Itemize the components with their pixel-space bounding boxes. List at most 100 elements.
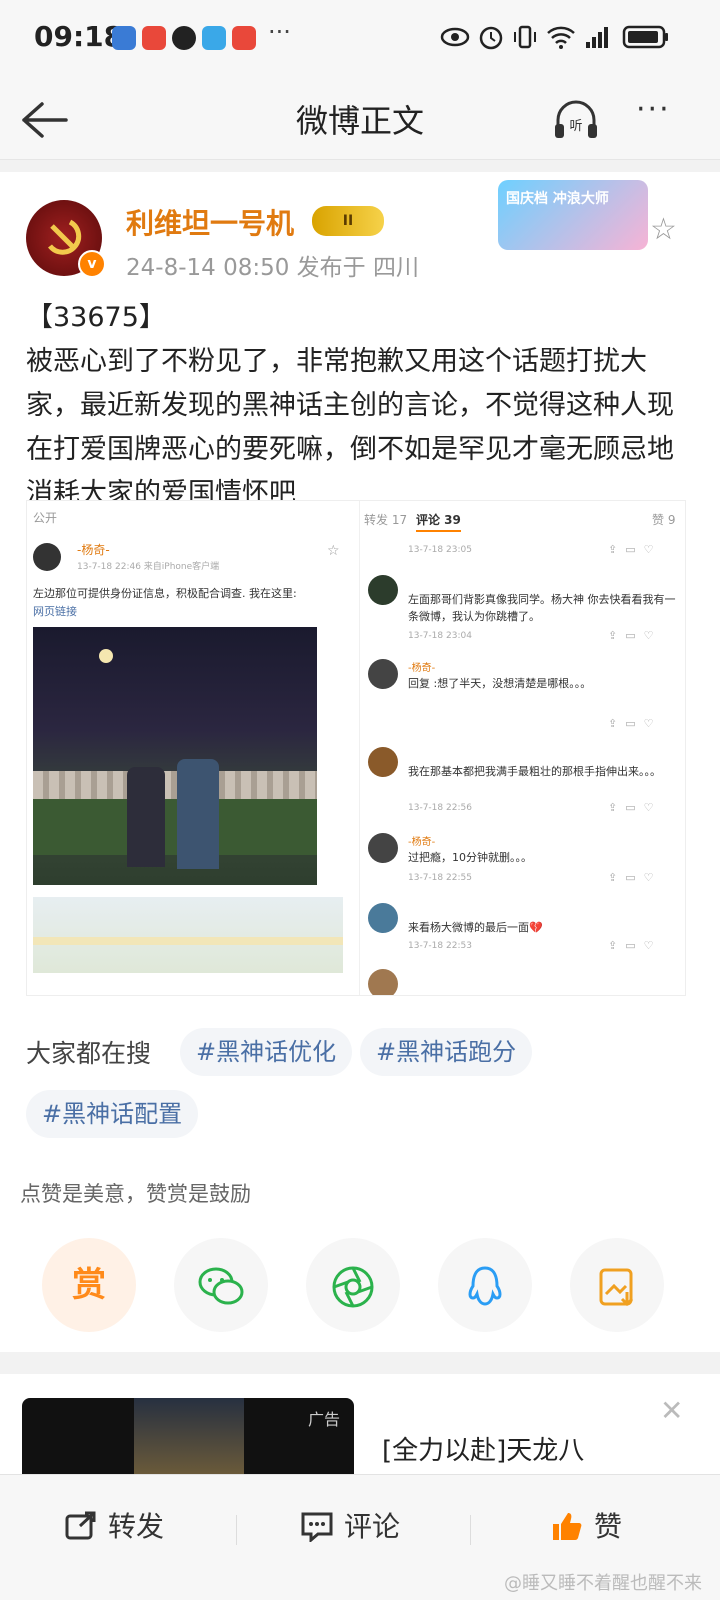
- listen-headphones-icon[interactable]: 听: [552, 98, 600, 142]
- save-image-button[interactable]: [570, 1238, 664, 1332]
- verified-badge: v: [78, 250, 106, 278]
- hot-search-tag[interactable]: #黑神话跑分: [360, 1028, 533, 1076]
- tab-repost: 转发 17: [364, 513, 408, 527]
- qq-notification-icon: [172, 26, 196, 50]
- comment-label: 评论: [344, 1510, 401, 1543]
- comment-button[interactable]: 评论: [300, 1505, 400, 1545]
- embedded-photo: [33, 627, 317, 885]
- embedded-comments: 转发 17 评论 39 赞 9 13-7-18 23:05 ⇪▭♡ 左面那哥们背…: [359, 501, 685, 995]
- post-image[interactable]: 公开 -杨奇- 13-7-18 22:46 来自iPhone客户端 ☆ 左边那位…: [26, 500, 686, 996]
- reward-button[interactable]: 赏: [42, 1238, 136, 1332]
- status-time: 09:18: [34, 20, 124, 53]
- embedded-username: -杨奇-: [77, 543, 110, 557]
- post-text: 被恶心到了不粉见了，非常抱歉又用这个话题打扰大家，最近新发现的黑神话主创的言论，…: [26, 346, 674, 509]
- embedded-date: 13-7-18 22:46 来自iPhone客户端: [77, 562, 220, 572]
- hot-search-tag[interactable]: #黑神话优化: [180, 1028, 353, 1076]
- moments-aperture-icon: [332, 1266, 374, 1307]
- reward-note: 点赞是美意，赞赏是鼓励: [20, 1182, 251, 1206]
- repost-icon: [65, 1511, 96, 1540]
- repost-button[interactable]: 转发: [64, 1505, 164, 1545]
- comment-name: -杨奇-: [408, 837, 436, 848]
- thumbs-up-icon: [553, 1513, 582, 1540]
- save-image-icon: [599, 1268, 634, 1306]
- embedded-map: [33, 897, 343, 973]
- comment-name: -杨奇-: [408, 663, 436, 674]
- svg-text:听: 听: [569, 119, 582, 134]
- post-meta: 24-8-14 08:50 发布于 四川: [126, 255, 419, 281]
- comment-text: 回复 :想了半天，没想清楚是哪根。。。: [408, 677, 592, 690]
- comment-avatar: [368, 833, 398, 863]
- author-avatar[interactable]: v: [26, 200, 106, 278]
- ad-image[interactable]: 广告: [22, 1398, 354, 1474]
- app-notification-icon: [112, 26, 136, 50]
- eye-icon: [440, 27, 470, 47]
- comment-date: 13-7-18 22:53: [408, 941, 472, 951]
- comment-avatar: [368, 903, 398, 933]
- embedded-star-icon: ☆: [327, 543, 340, 559]
- comment-actions: ⇪▭♡: [608, 871, 662, 884]
- divider: [470, 1515, 471, 1545]
- comment-date: 13-7-18 22:56: [408, 803, 472, 813]
- comment-date: 13-7-18 23:04: [408, 631, 472, 641]
- comment-actions: ⇪▭♡: [608, 939, 662, 952]
- comment-actions: ⇪▭♡: [608, 629, 662, 642]
- author-username[interactable]: 利维坦一号机: [126, 202, 294, 242]
- embedded-link: 网页链接: [33, 605, 77, 618]
- weibo-notification-icon: [142, 26, 166, 50]
- hedge: [33, 799, 317, 855]
- comment-avatar: [368, 575, 398, 605]
- signal-4g-icon: [586, 27, 608, 48]
- hot-search-label: 大家都在搜: [26, 1039, 152, 1068]
- battery-icon: [622, 25, 668, 49]
- comment-text: 过把瘾，10分钟就删。。。: [408, 851, 532, 864]
- share-qq-button[interactable]: [438, 1238, 532, 1332]
- comment-text: 我在那基本都把我满手最粗壮的那根手指伸出来。。。: [408, 765, 661, 778]
- comment-avatar: [368, 659, 398, 689]
- comment-avatar: [368, 969, 398, 995]
- embedded-avatar: [33, 543, 61, 571]
- like-label: 赞: [594, 1510, 623, 1543]
- vibrate-icon: [514, 25, 536, 49]
- comment-date: 13-7-18 22:55: [408, 873, 472, 883]
- lamp-light: [99, 649, 113, 663]
- qq-icon: [468, 1265, 502, 1306]
- more-notifications-icon: ···: [268, 18, 291, 46]
- comment-text: 左面那哥们背影真像我同学。杨大神 你去快看看我有一条微博，我认为你跳槽了。: [408, 593, 676, 623]
- festival-badge[interactable]: 国庆档 冲浪大师: [498, 180, 648, 250]
- comment-actions: ⇪▭♡: [608, 801, 662, 814]
- share-moments-button[interactable]: [306, 1238, 400, 1332]
- wechat-icon: [198, 1267, 244, 1304]
- post-body: 【33675】 被恶心到了不粉见了，非常抱歉又用这个话题打扰大家，最近新发现的黑…: [26, 296, 696, 516]
- divider: [236, 1515, 237, 1545]
- comment-actions: ⇪▭♡: [608, 543, 662, 556]
- ad-scene: [134, 1398, 244, 1474]
- hot-search-tag[interactable]: #黑神话配置: [26, 1090, 199, 1138]
- person-right: [177, 759, 219, 869]
- embedded-text: 左边那位可提供身份证信息，积极配合调查. 我在这里:: [33, 587, 297, 600]
- comment-actions: ⇪▭♡: [608, 717, 662, 730]
- embedded-post: 公开 -杨奇- 13-7-18 22:46 来自iPhone客户端 ☆ 左边那位…: [27, 501, 357, 995]
- page-title: 微博正文: [295, 102, 424, 140]
- like-button[interactable]: 赞: [550, 1505, 622, 1545]
- share-wechat-button[interactable]: [174, 1238, 268, 1332]
- weibo-notification-icon: [232, 26, 256, 50]
- comment-avatar: [368, 747, 398, 777]
- bottom-action-bar: 转发 评论 赞 @睡又睡不着醒也醒不来: [0, 1474, 720, 1600]
- status-bar: 09:18 ···: [0, 0, 720, 76]
- comment-date: 13-7-18 23:05: [408, 545, 472, 555]
- more-menu-button[interactable]: ···: [636, 92, 671, 127]
- post-card: v 利维坦一号机 II 24-8-14 08:50 发布于 四川 国庆档 冲浪大…: [0, 172, 720, 1352]
- repost-label: 转发: [108, 1510, 165, 1543]
- ad-close-icon[interactable]: ✕: [660, 1394, 683, 1427]
- wifi-icon: [547, 26, 575, 49]
- alarm-icon: [479, 26, 503, 50]
- favorite-star-icon[interactable]: ☆: [650, 212, 677, 247]
- ad-title[interactable]: [全力以赴]天龙八: [382, 1430, 584, 1467]
- public-label: 公开: [33, 511, 58, 525]
- comment-text: 来看杨大微博的最后一面💔: [408, 921, 543, 934]
- post-number: 【33675】: [26, 302, 166, 333]
- fence: [33, 771, 317, 799]
- member-level-badge[interactable]: II: [312, 206, 384, 236]
- tab-like: 赞 9: [652, 513, 676, 527]
- ad-card[interactable]: 广告 [全力以赴]天龙八 ✕: [0, 1374, 720, 1474]
